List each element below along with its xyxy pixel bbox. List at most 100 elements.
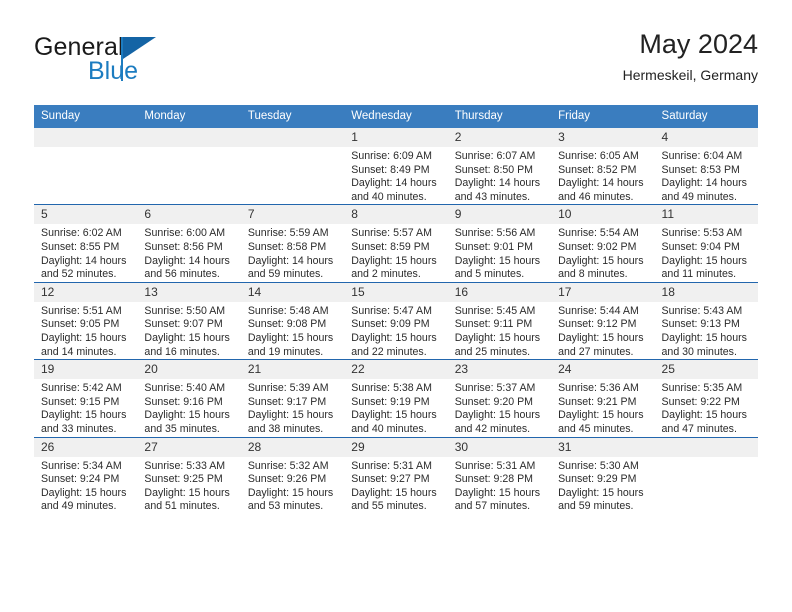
calendar-body: 1 Sunrise: 6:09 AM Sunset: 8:49 PM Daylight…	[34, 128, 758, 514]
sunset-text: Sunset: 9:25 PM	[144, 473, 223, 486]
sunset-text: Sunset: 8:56 PM	[144, 240, 223, 253]
calendar-day-cell[interactable]: 23 Sunrise: 5:37 AM Sunset: 9:20 PM Dayligh…	[447, 359, 552, 437]
calendar-day-cell[interactable]: 11 Sunrise: 5:53 AM Sunset: 9:04 PM Dayligh…	[654, 204, 758, 283]
sunrise-text: Sunrise: 5:54 AM	[558, 227, 639, 240]
calendar-day-cell[interactable]: 31 Sunrise: 5:30 AM Sunset: 9:29 PM Dayligh…	[551, 436, 655, 514]
calendar-day-cell[interactable]: 19 Sunrise: 5:42 AM Sunset: 9:15 PM Dayligh…	[34, 359, 138, 437]
calendar-day-cell[interactable]: 25 Sunrise: 5:35 AM Sunset: 9:22 PM Dayligh…	[654, 359, 758, 437]
day-cell-details: Sunrise: 5:56 AM Sunset: 9:01 PM Daylight:…	[448, 224, 551, 281]
calendar-week-row: 12 Sunrise: 5:51 AM Sunset: 9:05 PM Dayligh…	[34, 281, 758, 360]
daylight-text-line2: and 11 minutes.	[661, 268, 737, 281]
day-cell-details: Sunrise: 5:50 AM Sunset: 9:07 PM Daylight:…	[137, 302, 240, 359]
sunset-text: Sunset: 9:19 PM	[351, 395, 430, 408]
day-cell-details: Sunrise: 6:02 AM Sunset: 8:55 PM Daylight:…	[34, 224, 137, 281]
sunset-text: Sunset: 9:02 PM	[558, 240, 637, 253]
triangle-flag-icon	[123, 37, 156, 59]
daylight-text-line1: Daylight: 15 hours	[558, 409, 644, 422]
daylight-text-line1: Daylight: 15 hours	[144, 331, 230, 344]
day-number: 23	[447, 360, 552, 380]
day-number: 17	[551, 282, 655, 302]
calendar-day-cell[interactable]: 15 Sunrise: 5:47 AM Sunset: 9:09 PM Dayligh…	[344, 281, 448, 360]
day-number: 10	[551, 205, 655, 225]
calendar-day-cell[interactable]: 5 Sunrise: 6:02 AM Sunset: 8:55 PM Daylight…	[34, 204, 138, 283]
day-cell-details: Sunrise: 5:48 AM Sunset: 9:08 PM Daylight:…	[241, 302, 344, 359]
day-number	[654, 437, 758, 457]
calendar-day-cell[interactable]: 9 Sunrise: 5:56 AM Sunset: 9:01 PM Daylight…	[447, 204, 552, 283]
daylight-text-line2: and 38 minutes.	[247, 422, 324, 435]
calendar-day-cell[interactable]: 20 Sunrise: 5:40 AM Sunset: 9:16 PM Dayligh…	[137, 359, 241, 437]
daylight-text-line2: and 2 minutes.	[351, 268, 421, 281]
calendar-day-cell[interactable]: 24 Sunrise: 5:36 AM Sunset: 9:21 PM Dayligh…	[551, 359, 655, 437]
daylight-text-line2: and 49 minutes.	[661, 190, 737, 203]
sunrise-text: Sunrise: 5:40 AM	[144, 382, 226, 395]
day-cell-details: Sunrise: 6:00 AM Sunset: 8:56 PM Daylight:…	[137, 224, 240, 281]
day-cell-details: Sunrise: 5:44 AM Sunset: 9:12 PM Daylight:…	[551, 302, 654, 359]
page-title: May 2024	[639, 29, 758, 59]
calendar-day-cell[interactable]: 8 Sunrise: 5:57 AM Sunset: 8:59 PM Daylight…	[344, 204, 448, 283]
sunset-text: Sunset: 9:22 PM	[661, 395, 740, 408]
sunrise-text: Sunrise: 5:51 AM	[41, 304, 122, 317]
day-number: 26	[34, 437, 138, 457]
sunrise-text: Sunrise: 5:50 AM	[144, 304, 226, 317]
calendar-day-cell[interactable]: 4 Sunrise: 6:04 AM Sunset: 8:53 PM Daylight…	[654, 128, 758, 205]
calendar-day-cell[interactable]: 14 Sunrise: 5:48 AM Sunset: 9:08 PM Dayligh…	[240, 281, 345, 360]
weekday-header-sunday: Sunday	[34, 105, 138, 128]
calendar-day-cell[interactable]: 2 Sunrise: 6:07 AM Sunset: 8:50 PM Daylight…	[447, 128, 552, 205]
calendar-day-cell[interactable]: 27 Sunrise: 5:33 AM Sunset: 9:25 PM Dayligh…	[137, 436, 241, 514]
day-cell-details: Sunrise: 5:43 AM Sunset: 9:13 PM Daylight:…	[655, 302, 758, 359]
day-cell-details: Sunrise: 6:07 AM Sunset: 8:50 PM Daylight:…	[448, 147, 551, 204]
calendar-day-cell[interactable]: 18 Sunrise: 5:43 AM Sunset: 9:13 PM Dayligh…	[654, 281, 758, 360]
day-cell-inner: 28 Sunrise: 5:32 AM Sunset: 9:26 PM Dayligh…	[240, 437, 345, 514]
day-cell-inner: 27 Sunrise: 5:33 AM Sunset: 9:25 PM Dayligh…	[137, 437, 241, 514]
day-cell-details: Sunrise: 5:37 AM Sunset: 9:20 PM Daylight:…	[448, 379, 551, 436]
sunset-text: Sunset: 9:21 PM	[558, 395, 637, 408]
day-cell-inner: 10 Sunrise: 5:54 AM Sunset: 9:02 PM Dayligh…	[551, 205, 655, 281]
daylight-text-line2: and 33 minutes.	[41, 422, 117, 435]
daylight-text-line2: and 40 minutes.	[351, 422, 427, 435]
calendar-day-cell[interactable]: 17 Sunrise: 5:44 AM Sunset: 9:12 PM Dayligh…	[551, 281, 655, 360]
calendar-day-cell[interactable]: 28 Sunrise: 5:32 AM Sunset: 9:26 PM Dayligh…	[240, 436, 345, 514]
daylight-text-line1: Daylight: 14 hours	[247, 254, 334, 267]
day-cell-details: Sunrise: 5:39 AM Sunset: 9:17 PM Daylight:…	[241, 379, 344, 436]
calendar-day-cell[interactable]: 6 Sunrise: 6:00 AM Sunset: 8:56 PM Daylight…	[137, 204, 241, 283]
calendar-day-cell[interactable]: 1 Sunrise: 6:09 AM Sunset: 8:49 PM Daylight…	[344, 128, 448, 205]
day-cell-inner: 12 Sunrise: 5:51 AM Sunset: 9:05 PM Dayligh…	[34, 282, 138, 359]
daylight-text-line1: Daylight: 15 hours	[247, 409, 334, 422]
day-cell-details: Sunrise: 5:42 AM Sunset: 9:15 PM Daylight:…	[34, 379, 137, 436]
day-cell-inner: 8 Sunrise: 5:57 AM Sunset: 8:59 PM Daylight…	[344, 205, 448, 281]
weekday-header-wednesday: Wednesday	[344, 105, 448, 128]
sunset-text: Sunset: 9:08 PM	[247, 318, 327, 331]
daylight-text-line2: and 8 minutes.	[558, 268, 628, 281]
calendar-day-cell[interactable]: 26 Sunrise: 5:34 AM Sunset: 9:24 PM Dayligh…	[34, 436, 138, 514]
sunrise-text: Sunrise: 5:37 AM	[454, 382, 536, 395]
sunrise-text: Sunrise: 5:47 AM	[351, 304, 432, 317]
calendar-day-cell[interactable]: 30 Sunrise: 5:31 AM Sunset: 9:28 PM Dayligh…	[447, 436, 552, 514]
daylight-text-line2: and 45 minutes.	[558, 422, 634, 435]
calendar-day-cell[interactable]: 29 Sunrise: 5:31 AM Sunset: 9:27 PM Dayligh…	[344, 436, 448, 514]
calendar-day-cell[interactable]: 22 Sunrise: 5:38 AM Sunset: 9:19 PM Dayligh…	[344, 359, 448, 437]
calendar-day-cell[interactable]: 13 Sunrise: 5:50 AM Sunset: 9:07 PM Dayligh…	[137, 281, 241, 360]
day-number: 12	[34, 282, 138, 302]
daylight-text-line1: Daylight: 15 hours	[41, 409, 127, 422]
day-cell-details: Sunrise: 5:47 AM Sunset: 9:09 PM Daylight:…	[344, 302, 447, 359]
sunset-text: Sunset: 9:09 PM	[351, 318, 430, 331]
calendar-day-cell[interactable]: 21 Sunrise: 5:39 AM Sunset: 9:17 PM Dayligh…	[240, 359, 345, 437]
day-number: 11	[654, 205, 758, 225]
daylight-text-line2: and 30 minutes.	[661, 345, 737, 358]
calendar-day-cell[interactable]: 16 Sunrise: 5:45 AM Sunset: 9:11 PM Dayligh…	[447, 281, 552, 360]
brand-logo[interactable]: General Blue	[34, 34, 264, 92]
day-number: 6	[137, 205, 241, 225]
day-cell-details: Sunrise: 5:30 AM Sunset: 9:29 PM Daylight:…	[551, 457, 654, 514]
calendar-day-cell[interactable]: 10 Sunrise: 5:54 AM Sunset: 9:02 PM Dayligh…	[551, 204, 655, 283]
day-number: 2	[447, 128, 552, 147]
day-cell-inner: 30 Sunrise: 5:31 AM Sunset: 9:28 PM Dayligh…	[447, 437, 552, 514]
daylight-text-line1: Daylight: 14 hours	[454, 177, 541, 190]
day-cell-details: Sunrise: 5:35 AM Sunset: 9:22 PM Daylight:…	[655, 379, 758, 436]
daylight-text-line2: and 43 minutes.	[454, 190, 531, 203]
daylight-text-line2: and 5 minutes.	[454, 268, 525, 281]
calendar-day-cell[interactable]: 7 Sunrise: 5:59 AM Sunset: 8:58 PM Daylight…	[240, 204, 345, 283]
calendar-day-cell[interactable]: 12 Sunrise: 5:51 AM Sunset: 9:05 PM Dayligh…	[34, 281, 138, 360]
day-cell-inner: 11 Sunrise: 5:53 AM Sunset: 9:04 PM Dayligh…	[654, 205, 758, 281]
daylight-text-line2: and 52 minutes.	[41, 268, 117, 281]
calendar-day-cell[interactable]: 3 Sunrise: 6:05 AM Sunset: 8:52 PM Daylight…	[551, 128, 655, 205]
